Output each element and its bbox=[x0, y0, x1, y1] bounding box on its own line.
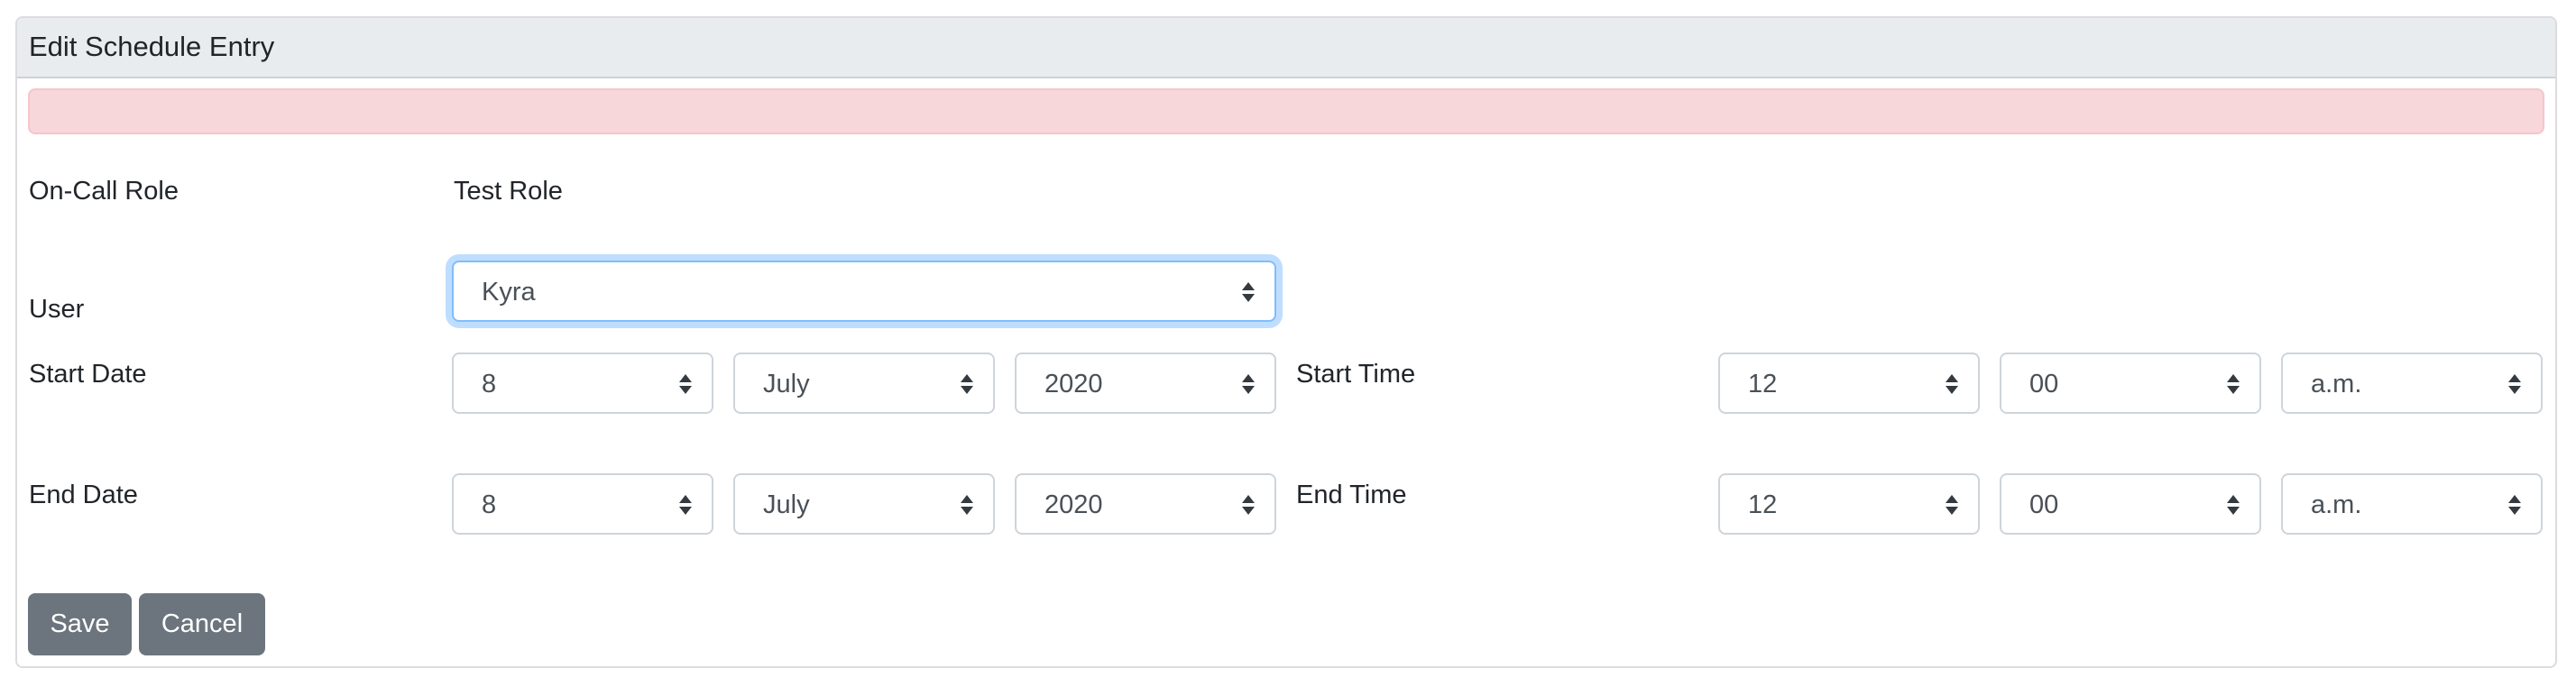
end-month-value: July bbox=[763, 490, 810, 519]
start-day-select[interactable]: 8 bbox=[452, 353, 713, 414]
start-month-select[interactable]: July bbox=[733, 353, 995, 414]
up-down-caret-icon bbox=[961, 495, 973, 515]
up-down-caret-icon bbox=[679, 374, 692, 394]
edit-schedule-card: Edit Schedule Entry On-Call Role Test Ro… bbox=[15, 16, 2557, 668]
up-down-caret-icon bbox=[2227, 374, 2240, 394]
end-month-select[interactable]: July bbox=[733, 473, 995, 535]
start-hour-value: 12 bbox=[1748, 370, 1778, 398]
end-meridiem-select[interactable]: a.m. bbox=[2281, 473, 2543, 535]
end-year-value: 2020 bbox=[1044, 490, 1103, 519]
save-button[interactable]: Save bbox=[28, 593, 132, 655]
end-day-select[interactable]: 8 bbox=[452, 473, 713, 535]
user-select[interactable]: Kyra bbox=[452, 261, 1276, 322]
up-down-caret-icon bbox=[679, 495, 692, 515]
start-minute-value: 00 bbox=[2029, 370, 2059, 398]
up-down-caret-icon bbox=[2508, 495, 2521, 515]
card-header: Edit Schedule Entry bbox=[17, 18, 2555, 78]
start-meridiem-value: a.m. bbox=[2311, 370, 2362, 398]
start-year-value: 2020 bbox=[1044, 370, 1103, 398]
end-meridiem-value: a.m. bbox=[2311, 490, 2362, 519]
start-date-label: Start Date bbox=[29, 360, 147, 389]
start-minute-select[interactable]: 00 bbox=[2000, 353, 2261, 414]
start-month-value: July bbox=[763, 370, 810, 398]
up-down-caret-icon bbox=[2508, 374, 2521, 394]
start-time-label: Start Time bbox=[1296, 360, 1416, 389]
user-select-value: Kyra bbox=[482, 278, 536, 307]
up-down-caret-icon bbox=[1946, 495, 1958, 515]
end-time-label: End Time bbox=[1296, 481, 1407, 509]
user-label: User bbox=[29, 295, 85, 324]
end-year-select[interactable]: 2020 bbox=[1015, 473, 1276, 535]
up-down-caret-icon bbox=[961, 374, 973, 394]
start-meridiem-select[interactable]: a.m. bbox=[2281, 353, 2543, 414]
start-day-value: 8 bbox=[482, 370, 497, 398]
up-down-caret-icon bbox=[1242, 374, 1255, 394]
cancel-button[interactable]: Cancel bbox=[139, 593, 265, 655]
end-minute-value: 00 bbox=[2029, 490, 2059, 519]
start-year-select[interactable]: 2020 bbox=[1015, 353, 1276, 414]
card-title: Edit Schedule Entry bbox=[29, 31, 275, 62]
end-day-value: 8 bbox=[482, 490, 497, 519]
on-call-role-value: Test Role bbox=[454, 177, 563, 206]
up-down-caret-icon bbox=[2227, 495, 2240, 515]
on-call-role-label: On-Call Role bbox=[29, 177, 179, 206]
start-hour-select[interactable]: 12 bbox=[1718, 353, 1980, 414]
up-down-caret-icon bbox=[1242, 282, 1255, 302]
up-down-caret-icon bbox=[1242, 495, 1255, 515]
error-alert bbox=[28, 88, 2544, 134]
end-minute-select[interactable]: 00 bbox=[2000, 473, 2261, 535]
end-hour-value: 12 bbox=[1748, 490, 1778, 519]
up-down-caret-icon bbox=[1946, 374, 1958, 394]
end-date-label: End Date bbox=[29, 481, 138, 509]
end-hour-select[interactable]: 12 bbox=[1718, 473, 1980, 535]
